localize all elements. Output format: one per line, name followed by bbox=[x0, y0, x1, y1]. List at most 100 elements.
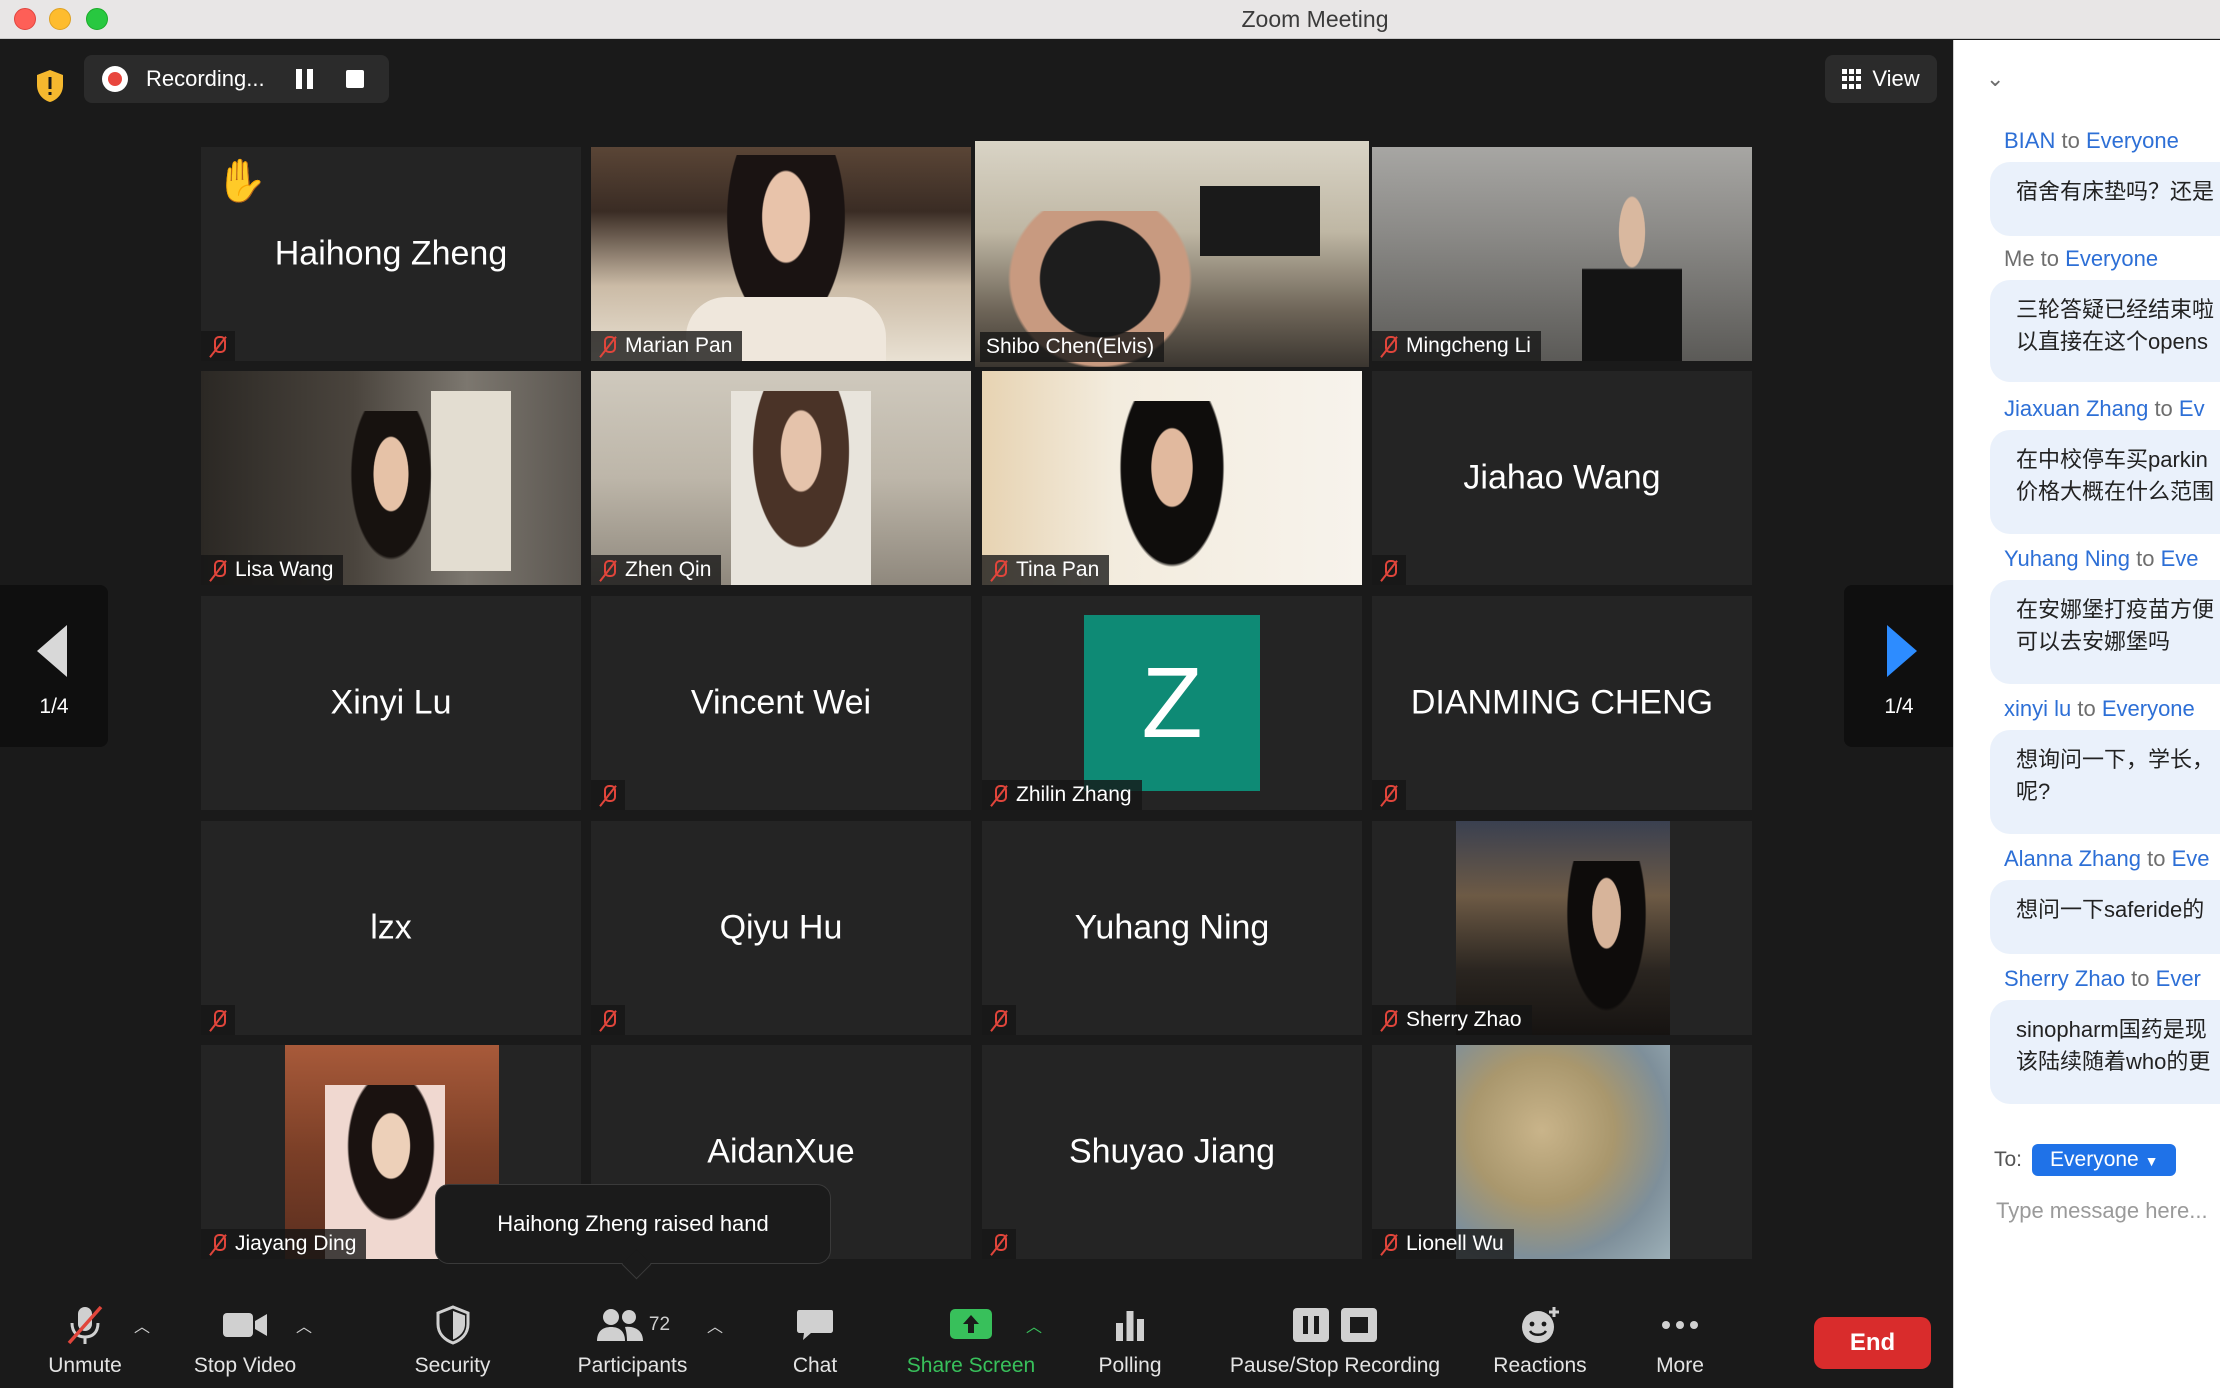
participant-tile[interactable]: Vincent Wei bbox=[591, 596, 971, 810]
next-page-button[interactable]: 1/4 bbox=[1844, 585, 1954, 747]
share-screen-button[interactable]: Share Screen bbox=[895, 1293, 1047, 1388]
recipient-name: Everyone bbox=[2065, 246, 2159, 271]
participant-tile[interactable]: Lionell Wu bbox=[1372, 1045, 1752, 1259]
previous-page-button[interactable]: 1/4 bbox=[0, 585, 108, 747]
mute-indicator bbox=[591, 780, 625, 810]
participant-name: Qiyu Hu bbox=[719, 908, 843, 947]
reactions-button[interactable]: Reactions bbox=[1485, 1293, 1595, 1388]
participants-label: Participants bbox=[577, 1354, 688, 1377]
participant-tile[interactable]: Jiahao Wang bbox=[1372, 371, 1752, 585]
message-line: 在中校停车买parkin bbox=[2016, 447, 2208, 472]
participant-tile[interactable]: Mingcheng Li bbox=[1372, 147, 1752, 361]
reactions-smiley-icon bbox=[1518, 1302, 1562, 1348]
mute-indicator bbox=[201, 1005, 235, 1035]
view-button[interactable]: View bbox=[1825, 55, 1937, 103]
participants-button[interactable]: 72 Participants bbox=[565, 1293, 700, 1388]
chat-message-bubble: 在安娜堡打疫苗方便 可以去安娜堡吗 bbox=[1990, 580, 2220, 684]
participant-tile[interactable]: DIANMING CHENG bbox=[1372, 596, 1752, 810]
recipient-select[interactable]: Everyone ▼ bbox=[2032, 1144, 2177, 1176]
participant-video bbox=[1456, 1045, 1670, 1259]
chat-button[interactable]: Chat bbox=[775, 1293, 855, 1388]
encryption-shield-icon[interactable] bbox=[24, 60, 76, 112]
participant-video bbox=[982, 371, 1362, 585]
participant-tile-active-speaker[interactable]: Shibo Chen(Elvis) bbox=[975, 141, 1369, 367]
message-line: 可以去安娜堡吗 bbox=[2016, 629, 2171, 654]
participant-tile[interactable]: Tina Pan bbox=[982, 371, 1362, 585]
message-line: sinopharm国药是现 bbox=[2016, 1017, 2207, 1042]
participant-tile[interactable]: Marian Pan bbox=[591, 147, 971, 361]
participants-icon: 72 bbox=[595, 1302, 670, 1348]
participant-video bbox=[201, 371, 581, 585]
mic-muted-icon bbox=[207, 1008, 229, 1032]
chat-message-bubble: 宿舍有床垫吗？还是 bbox=[1990, 162, 2220, 236]
message-line: 宿舍有床垫吗？还是 bbox=[2016, 179, 2215, 204]
message-line: 想问一下saferide的 bbox=[2016, 897, 2205, 922]
participant-tile[interactable]: Lisa Wang bbox=[201, 371, 581, 585]
participant-name: Marian Pan bbox=[625, 334, 733, 357]
recording-indicator: Recording... bbox=[84, 55, 389, 103]
chat-message-bubble: 在中校停车买parkin 价格大概在什么范围 bbox=[1990, 430, 2220, 534]
chat-message-bubble: sinopharm国药是现 该陆续随着who的更 bbox=[1990, 1000, 2220, 1104]
participants-options-caret-icon[interactable]: ︿ bbox=[707, 1313, 723, 1337]
participant-tile[interactable]: Z Zhilin Zhang bbox=[982, 596, 1362, 810]
recipient-name: Eve bbox=[2171, 846, 2210, 871]
mute-indicator bbox=[982, 1229, 1016, 1259]
pause-stop-recording-button[interactable]: Pause/Stop Recording bbox=[1215, 1293, 1455, 1388]
chat-message-header: Jiaxuan Zhang to Ev bbox=[2004, 396, 2205, 421]
stop-video-button[interactable]: Stop Video bbox=[185, 1293, 305, 1388]
recording-dot-icon bbox=[102, 66, 128, 92]
reactions-label: Reactions bbox=[1493, 1354, 1587, 1377]
participants-count: 72 bbox=[648, 1314, 671, 1335]
participant-tile[interactable]: lzx bbox=[201, 821, 581, 1035]
participant-tile[interactable]: Zhen Qin bbox=[591, 371, 971, 585]
participant-name: Tina Pan bbox=[1016, 558, 1100, 581]
sender-name: Alanna Zhang bbox=[2004, 846, 2141, 871]
participant-name: Mingcheng Li bbox=[1406, 334, 1531, 357]
share-screen-label: Share Screen bbox=[906, 1354, 1036, 1377]
stop-recording-icon[interactable] bbox=[346, 70, 364, 88]
mic-muted-icon bbox=[988, 783, 1010, 807]
chat-message-header: Sherry Zhao to Ever bbox=[2004, 966, 2201, 991]
participant-tile[interactable]: Sherry Zhao bbox=[1372, 821, 1752, 1035]
chat-message-bubble: 想问一下saferide的 bbox=[1990, 880, 2220, 954]
mic-muted-icon bbox=[1378, 1008, 1400, 1032]
chat-recipient-row: To: Everyone ▼ bbox=[1994, 1144, 2177, 1176]
message-line: 以直接在这个opens bbox=[2016, 329, 2208, 354]
more-ellipsis-icon bbox=[1660, 1302, 1700, 1348]
mute-indicator bbox=[1372, 555, 1406, 585]
participant-tile[interactable]: Qiyu Hu bbox=[591, 821, 971, 1035]
unmute-button[interactable]: Unmute bbox=[30, 1293, 140, 1388]
mic-muted-icon bbox=[988, 1008, 1010, 1032]
mic-muted-icon bbox=[207, 1232, 229, 1256]
participant-name: Shuyao Jiang bbox=[1068, 1132, 1276, 1171]
mic-muted-icon bbox=[597, 783, 619, 807]
polling-button[interactable]: Polling bbox=[1090, 1293, 1170, 1388]
polling-bar-chart-icon bbox=[1112, 1302, 1148, 1348]
video-options-caret-icon[interactable]: ︿ bbox=[296, 1313, 312, 1337]
raised-hand-icon: ✋ bbox=[215, 157, 268, 204]
participant-name: Zhilin Zhang bbox=[1016, 783, 1132, 806]
mic-muted-icon bbox=[1378, 558, 1400, 582]
recipient-select-value: Everyone bbox=[2050, 1148, 2139, 1171]
participant-tile[interactable]: Xinyi Lu bbox=[201, 596, 581, 810]
microphone-muted-icon bbox=[63, 1302, 107, 1348]
end-meeting-button[interactable]: End bbox=[1814, 1317, 1931, 1369]
more-button[interactable]: More bbox=[1640, 1293, 1720, 1388]
to-label: To: bbox=[1994, 1148, 2023, 1171]
chat-message-header: BIAN to Everyone bbox=[2004, 128, 2179, 153]
participant-tile[interactable]: Yuhang Ning bbox=[982, 821, 1362, 1035]
participant-tile[interactable]: Shuyao Jiang bbox=[982, 1045, 1362, 1259]
chat-message-input[interactable]: Type message here... bbox=[1996, 1198, 2208, 1224]
pause-recording-icon[interactable] bbox=[296, 69, 316, 89]
participant-name: Shibo Chen(Elvis) bbox=[986, 335, 1155, 358]
chat-message-header: Alanna Zhang to Eve bbox=[2004, 846, 2210, 871]
chevron-down-icon[interactable]: ⌄ bbox=[1986, 66, 2004, 92]
security-button[interactable]: Security bbox=[400, 1293, 505, 1388]
message-line: 该陆续随着who的更 bbox=[2016, 1049, 2211, 1074]
mic-muted-icon bbox=[207, 334, 229, 358]
audio-options-caret-icon[interactable]: ︿ bbox=[134, 1313, 150, 1337]
recipient-name: Everyone bbox=[2101, 696, 2195, 721]
participant-tile[interactable]: ✋ Haihong Zheng bbox=[201, 147, 581, 361]
share-options-caret-icon[interactable]: ︿ bbox=[1026, 1313, 1042, 1337]
page-indicator-left: 1/4 bbox=[39, 695, 69, 718]
